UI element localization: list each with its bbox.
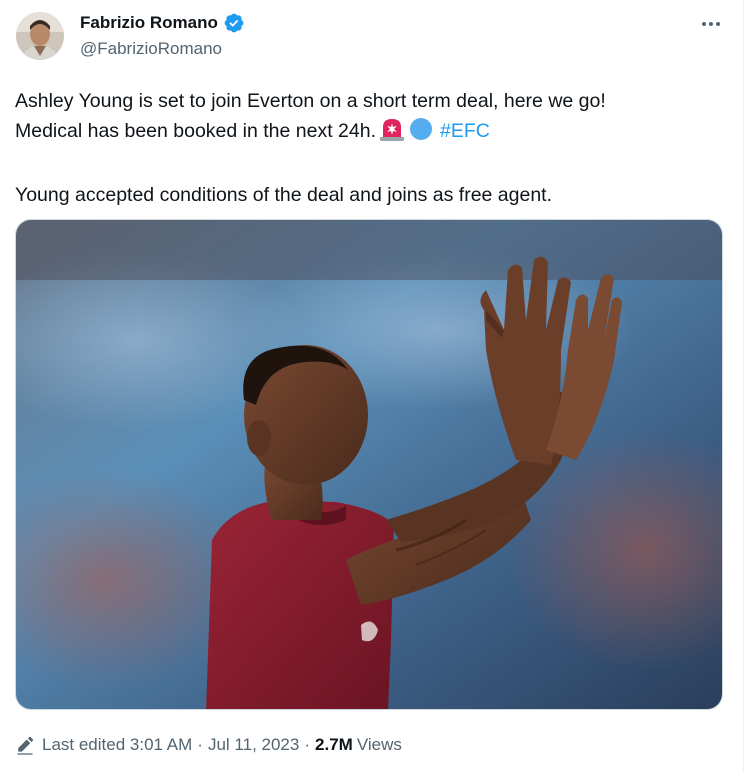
views-label: Views [356, 735, 402, 754]
tweet-time[interactable]: 3:01 AM [130, 735, 192, 755]
rotating-light-emoji [379, 117, 405, 150]
meta-separator: · [304, 735, 311, 754]
author-info: Fabrizio Romano @FabrizioRomano [80, 12, 245, 59]
tweet-text-line-2: Medical has been booked in the next 24h.… [15, 116, 727, 150]
author-display-name[interactable]: Fabrizio Romano [80, 13, 218, 33]
tweet-meta: Last edited 3:01 AM · Jul 11, 2023 · 2.7… [15, 733, 402, 757]
tweet-date[interactable]: Jul 11, 2023 [208, 735, 299, 755]
views-count[interactable]: 2.7M [315, 735, 353, 755]
tweet-text-line-1: Ashley Young is set to join Everton on a… [15, 90, 606, 112]
verified-badge-icon[interactable] [223, 12, 245, 34]
more-options-icon[interactable] [695, 12, 727, 36]
name-row: Fabrizio Romano [80, 12, 245, 34]
blue-circle-emoji [408, 117, 434, 150]
player-applauding-photo [16, 220, 722, 709]
tweet-media-photo[interactable] [15, 219, 723, 710]
author-avatar[interactable] [16, 12, 64, 60]
meta-separator: · [197, 735, 203, 754]
hashtag-link[interactable]: #EFC [440, 120, 490, 142]
author-handle[interactable]: @FabrizioRomano [80, 39, 245, 59]
tweet-text-line-3: Young accepted conditions of the deal an… [15, 184, 553, 206]
tweet-card: Fabrizio Romano @FabrizioRomano Ashley Y… [0, 0, 744, 772]
last-edited-link[interactable]: Last edited [42, 735, 125, 755]
edit-pencil-icon [15, 735, 35, 755]
tweet-text: Ashley Young is set to join Everton on a… [15, 86, 727, 210]
tweet-text-line-2-body: Medical has been booked in the next 24h. [15, 120, 377, 142]
